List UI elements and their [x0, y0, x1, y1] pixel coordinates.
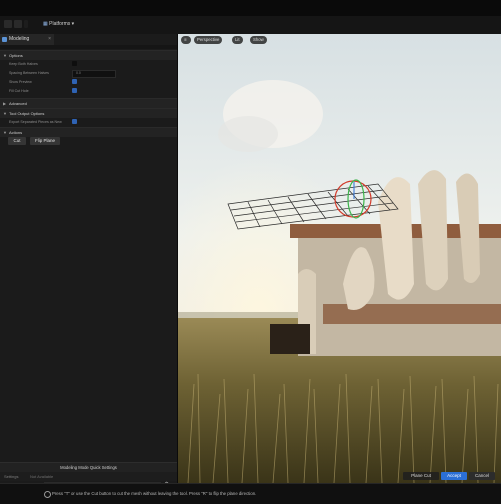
modeling-icon	[2, 37, 7, 42]
quick-settings-row: Settings Not Available	[0, 472, 177, 481]
chevron-down-icon: ▼	[3, 111, 7, 116]
section-options-label: Options	[9, 53, 23, 58]
cut-button[interactable]: Cut	[8, 137, 26, 145]
chevron-down-icon: ▼	[3, 53, 7, 58]
plane-cut-label: Plane Cut	[411, 473, 431, 478]
accept-button[interactable]: Accept	[441, 472, 467, 480]
level-viewport[interactable]: ≡ Perspective Lit Show Plane Cut Accept …	[178, 34, 501, 483]
show-button[interactable]: Show	[250, 36, 267, 44]
fill-cut-hole-checkbox[interactable]	[72, 88, 77, 93]
chevron-right-icon: ▶	[3, 101, 7, 106]
viewport-menu-icon[interactable]: ≡	[181, 36, 191, 44]
title-bar	[0, 0, 501, 16]
perspective-label: Perspective	[197, 37, 220, 42]
prop-export-separated: Export Separated Pieces as New	[0, 118, 177, 126]
perspective-button[interactable]: Perspective	[194, 36, 223, 44]
panel-strip	[0, 45, 177, 49]
status-message: Press "T" or use the Cut button to cut t…	[52, 491, 257, 496]
lit-button[interactable]: Lit	[232, 36, 243, 44]
main-toolbar: ▦ Platforms ▾	[0, 16, 501, 35]
show-preview-label: Show Preview	[9, 80, 32, 84]
section-tool-output[interactable]: ▼ Tool Output Options	[0, 108, 177, 118]
quick-settings-title[interactable]: Modeling Mode Quick Settings	[0, 462, 177, 472]
section-actions-label: Actions	[9, 130, 23, 135]
close-icon[interactable]: ×	[48, 36, 51, 42]
flip-plane-button[interactable]: Flip Plane	[30, 137, 60, 145]
spacing-value: 0.0	[76, 71, 81, 75]
plane-cut-tool-label: Plane Cut	[403, 472, 439, 480]
show-preview-checkbox[interactable]	[72, 79, 77, 84]
export-separated-checkbox[interactable]	[72, 119, 77, 124]
section-options[interactable]: ▼ Options	[0, 50, 177, 60]
viewport-toolbar: ≡ Perspective Lit Show	[178, 34, 501, 46]
content-browser-icon[interactable]	[14, 20, 22, 28]
keep-both-halves-label: Keep Both Halves	[9, 62, 38, 66]
spacing-input[interactable]: 0.0	[72, 70, 116, 78]
prop-show-preview: Show Preview	[0, 78, 177, 86]
cancel-button[interactable]: Cancel	[469, 472, 495, 480]
section-advanced-label: Advanced	[9, 101, 27, 106]
export-separated-label: Export Separated Pieces as New	[9, 120, 62, 124]
save-icon[interactable]	[4, 20, 12, 28]
chevron-down-icon: ▾	[70, 21, 75, 27]
fill-cut-hole-label: Fill Cut Hole	[9, 89, 29, 93]
chevron-down-icon: ▼	[3, 130, 7, 135]
lit-label: Lit	[235, 37, 240, 42]
status-bar: Press "T" or use the Cut button to cut t…	[0, 483, 501, 504]
prop-spacing: Spacing Between Halves 0.0	[0, 69, 177, 78]
section-tool-output-label: Tool Output Options	[9, 111, 45, 116]
prop-fill-cut-hole: Fill Cut Hole	[0, 87, 177, 95]
actions-row: Cut Flip Plane	[0, 136, 177, 146]
quick-settings-row-label: Settings	[4, 474, 19, 479]
section-advanced[interactable]: ▶ Advanced	[0, 98, 177, 108]
scene-render	[178, 34, 501, 483]
modeling-panel: Modeling × ▼ Options Keep Both Halves Sp…	[0, 34, 178, 491]
tab-modeling-label: Modeling	[9, 36, 30, 42]
quick-settings-row-value: Not Available	[30, 474, 54, 479]
spacing-label: Spacing Between Halves	[9, 71, 49, 75]
info-icon	[44, 491, 51, 498]
platforms-dropdown[interactable]: ▦ Platforms ▾	[40, 19, 77, 30]
menu-dots-icon[interactable]	[24, 20, 28, 28]
show-label: Show	[253, 37, 264, 42]
prop-keep-both-halves: Keep Both Halves	[0, 60, 177, 68]
keep-both-halves-checkbox[interactable]	[72, 61, 77, 66]
platforms-label: Platforms	[49, 21, 71, 27]
